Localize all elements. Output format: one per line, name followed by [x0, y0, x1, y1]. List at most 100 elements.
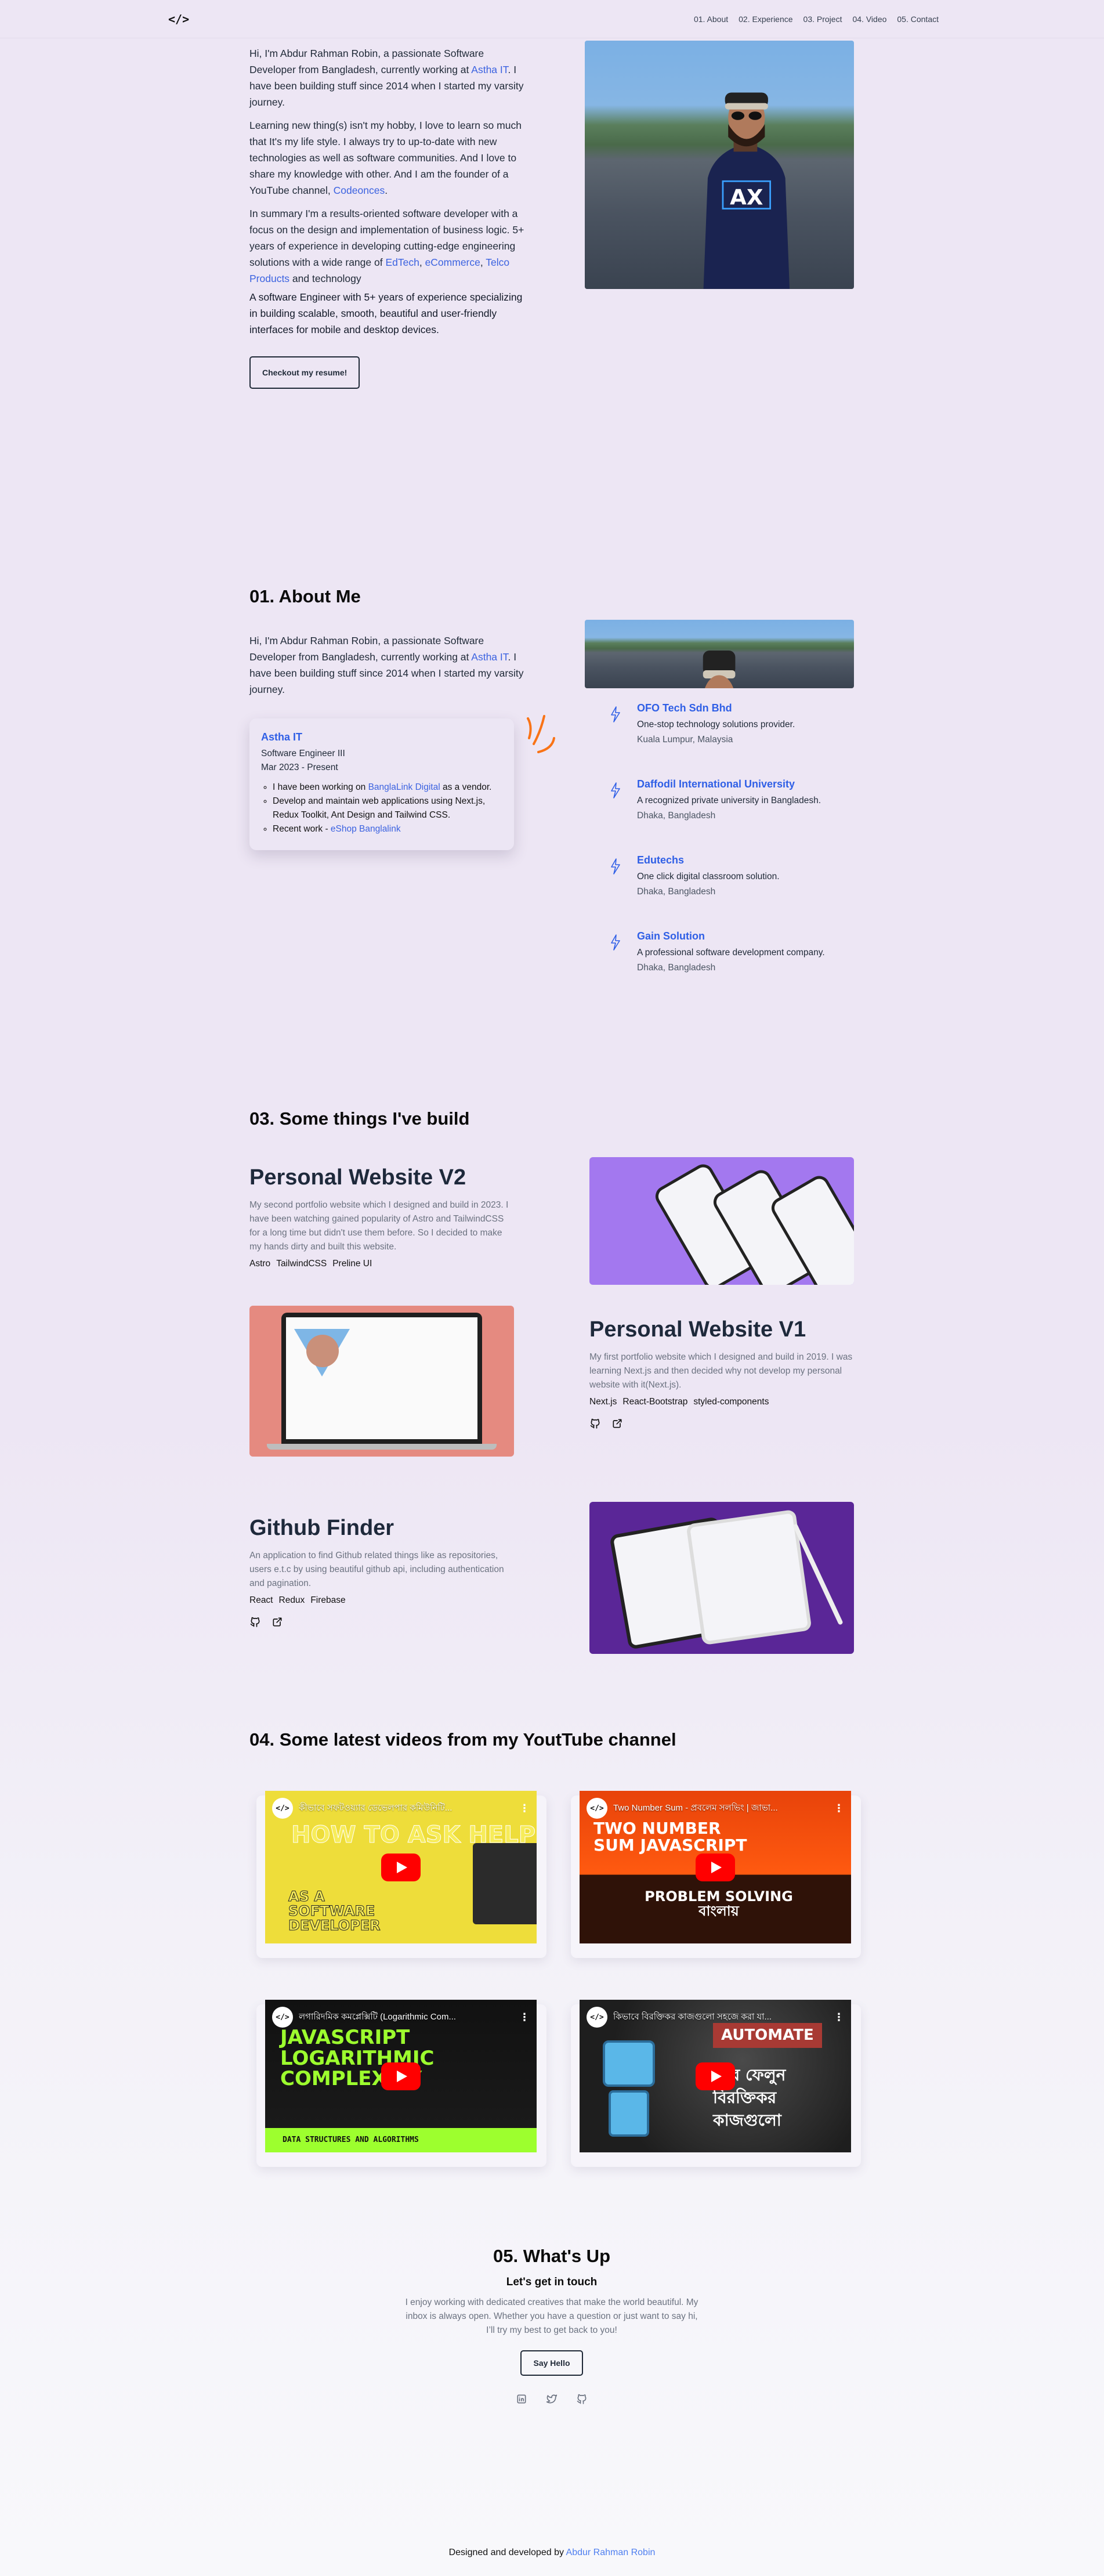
nav-link-video[interactable]: 04. Video	[852, 15, 886, 24]
video-title-bar: </> কিভাবে বিরক্তিকর কাজগুলো সহজে করা যা…	[587, 2007, 844, 2028]
person-illustration	[703, 651, 736, 688]
text: I have been working on	[273, 782, 368, 792]
play-button-icon[interactable]	[381, 1853, 421, 1881]
project-tag: Firebase	[310, 1595, 346, 1605]
contact-text: I enjoy working with dedicated creatives…	[405, 2297, 698, 2335]
nav-link-contact[interactable]: 05. Contact	[897, 15, 939, 24]
channel-avatar[interactable]: </>	[272, 1798, 293, 1819]
laptop-screen-avatar	[306, 1335, 339, 1367]
banglalink-digital-link[interactable]: BanglaLink Digital	[368, 782, 440, 792]
project-card: Personal Website V2 My second portfolio …	[249, 1165, 516, 1269]
linkedin-icon[interactable]	[516, 2393, 527, 2405]
timeline-location: Kuala Lumpur, Malaysia	[637, 735, 733, 745]
author-link[interactable]: Abdur Rahman Robin	[566, 2548, 656, 2557]
video-title[interactable]: কীভাবে সফটওয়্যার ডেভেলপার কমিউনিটি...	[299, 1801, 513, 1816]
video-embed[interactable]: HOW TO ASK HELP AS A SOFTWARE DEVELOPER …	[265, 1791, 537, 1943]
channel-avatar[interactable]: </>	[587, 1798, 607, 1819]
project-description: An application to find Github related th…	[249, 1551, 504, 1588]
text: Recent work -	[273, 824, 331, 834]
videos-section: 04. Some latest videos from my YoutTube …	[249, 1718, 861, 2170]
play-button-icon[interactable]	[696, 1853, 735, 1881]
project-tags: React Redux Firebase	[249, 1595, 516, 1606]
project-tag: Next.js	[589, 1397, 617, 1407]
nav-link-experience[interactable]: 02. Experience	[739, 15, 792, 24]
site-logo[interactable]: </>	[168, 12, 189, 26]
social-links	[249, 2393, 854, 2405]
say-hello-button[interactable]: Say Hello	[520, 2350, 583, 2376]
external-link-icon[interactable]	[272, 1616, 283, 1628]
timeline-item: OFO Tech Sdn Bhd One-stop technology sol…	[609, 702, 853, 748]
timeline-company[interactable]: Edutechs	[637, 854, 853, 866]
channel-avatar[interactable]: </>	[587, 2007, 607, 2028]
nav-link-about[interactable]: 01. About	[694, 15, 728, 24]
video-embed[interactable]: AUTOMATE করে ফেলুন বিরক্তিকর কাজগুলো </>…	[580, 2000, 851, 2152]
video-embed[interactable]: TWO NUMBER SUM JAVASCRIPT PROBLEM SOLVIN…	[580, 1791, 851, 1943]
video-title[interactable]: লগারিদমিক কমপ্লেক্সিটি (Logarithmic Com.…	[299, 2010, 513, 2025]
project-image-laptop[interactable]	[249, 1306, 514, 1457]
project-tags: Astro TailwindCSS Preline UI	[249, 1259, 516, 1269]
resume-button[interactable]: Checkout my resume!	[249, 356, 360, 389]
timeline-location: Dhaka, Bangladesh	[637, 887, 716, 897]
timeline-description: One-stop technology solutions provider.	[637, 720, 795, 729]
footer: Designed and developed by Abdur Rahman R…	[0, 2548, 1104, 2558]
github-icon[interactable]	[249, 1616, 261, 1628]
project-tag: Preline UI	[332, 1259, 372, 1269]
about-astha-it-link[interactable]: Astha IT	[471, 651, 508, 663]
hero-paragraph-1: Hi, I'm Abdur Rahman Robin, a passionate…	[249, 45, 528, 110]
twitter-icon[interactable]	[546, 2393, 558, 2405]
job-bullet: I have been working on BanglaLink Digita…	[273, 781, 502, 794]
nav-link-project[interactable]: 03. Project	[803, 15, 842, 24]
lightning-bolt-icon	[611, 934, 620, 951]
video-card: JAVASCRIPT LOGARITHMIC COMPLEXITY DATA S…	[256, 2000, 546, 2167]
projects-section: 03. Some things I've build Personal Webs…	[249, 1103, 854, 1654]
text: Hi, I'm Abdur Rahman Robin, a passionate…	[249, 48, 484, 75]
timeline-company[interactable]: Daffodil International University	[637, 778, 853, 790]
current-job-role: Software Engineer III	[261, 749, 345, 758]
hero-section: Hi, I'm Abdur Rahman Robin, a passionate…	[249, 41, 854, 389]
edtech-link[interactable]: EdTech	[385, 256, 419, 268]
hero-intro: Hi, I'm Abdur Rahman Robin, a passionate…	[249, 45, 528, 389]
timeline-company[interactable]: OFO Tech Sdn Bhd	[637, 702, 853, 714]
github-icon[interactable]	[589, 1418, 601, 1429]
timeline-description: A professional software development comp…	[637, 948, 825, 958]
project-name: Github Finder	[249, 1516, 394, 1540]
astha-it-link[interactable]: Astha IT	[471, 64, 508, 75]
more-options-icon[interactable]: ⋮	[834, 1802, 844, 1815]
play-button-icon[interactable]	[696, 2062, 735, 2090]
project-tag: styled-components	[693, 1397, 769, 1407]
eshop-banglalink-link[interactable]: eShop Banglalink	[331, 824, 401, 834]
timeline-item: Edutechs One click digital classroom sol…	[609, 854, 853, 900]
timeline-location: Dhaka, Bangladesh	[637, 811, 716, 821]
video-title-bar: </> কীভাবে সফটওয়্যার ডেভেলপার কমিউনিটি.…	[272, 1798, 530, 1819]
video-card: TWO NUMBER SUM JAVASCRIPT PROBLEM SOLVIN…	[571, 1791, 861, 1958]
external-link-icon[interactable]	[611, 1418, 623, 1429]
video-title[interactable]: Two Number Sum - প্রবলেম সলভিং | জাভা...	[613, 1801, 828, 1816]
github-icon[interactable]	[576, 2393, 588, 2405]
person-illustration: AX	[703, 92, 790, 289]
video-title[interactable]: কিভাবে বিরক্তিকর কাজগুলো সহজে করা যা...	[613, 2010, 828, 2025]
laptop-graphic	[473, 1843, 537, 1924]
channel-avatar[interactable]: </>	[272, 2007, 293, 2028]
codeonces-link[interactable]: Codeonces	[334, 185, 385, 196]
project-links	[589, 1418, 856, 1429]
lightning-bolt-icon	[611, 858, 620, 875]
current-job-period: Mar 2023 - Present	[261, 763, 338, 772]
play-button-icon[interactable]	[381, 2062, 421, 2090]
current-job-company[interactable]: Astha IT	[261, 731, 502, 743]
video-embed[interactable]: JAVASCRIPT LOGARITHMIC COMPLEXITY DATA S…	[265, 2000, 537, 2152]
more-options-icon[interactable]: ⋮	[834, 2011, 844, 2024]
more-options-icon[interactable]: ⋮	[519, 2011, 530, 2024]
about-section: 01. About Me Hi, I'm Abdur Rahman Robin,…	[249, 580, 854, 1056]
project-image-phones[interactable]	[589, 1157, 854, 1285]
footer-text: Designed and developed by	[448, 2548, 566, 2557]
thumbnail-caption: TWO NUMBER SUM JAVASCRIPT	[593, 1819, 747, 1855]
svg-text:AX: AX	[730, 185, 763, 210]
project-image-tablets[interactable]	[589, 1502, 854, 1654]
timeline-company[interactable]: Gain Solution	[637, 930, 853, 942]
text: Hi, I'm Abdur Rahman Robin, a passionate…	[249, 635, 484, 663]
thumbnail-caption: PROBLEM SOLVING বাংলায়	[645, 1888, 793, 1920]
more-options-icon[interactable]: ⋮	[519, 1802, 530, 1815]
ecommerce-link[interactable]: eCommerce	[425, 256, 480, 268]
video-title-bar: </> লগারিদমিক কমপ্লেক্সিটি (Logarithmic …	[272, 2007, 530, 2028]
project-description: My second portfolio website which I desi…	[249, 1200, 509, 1252]
